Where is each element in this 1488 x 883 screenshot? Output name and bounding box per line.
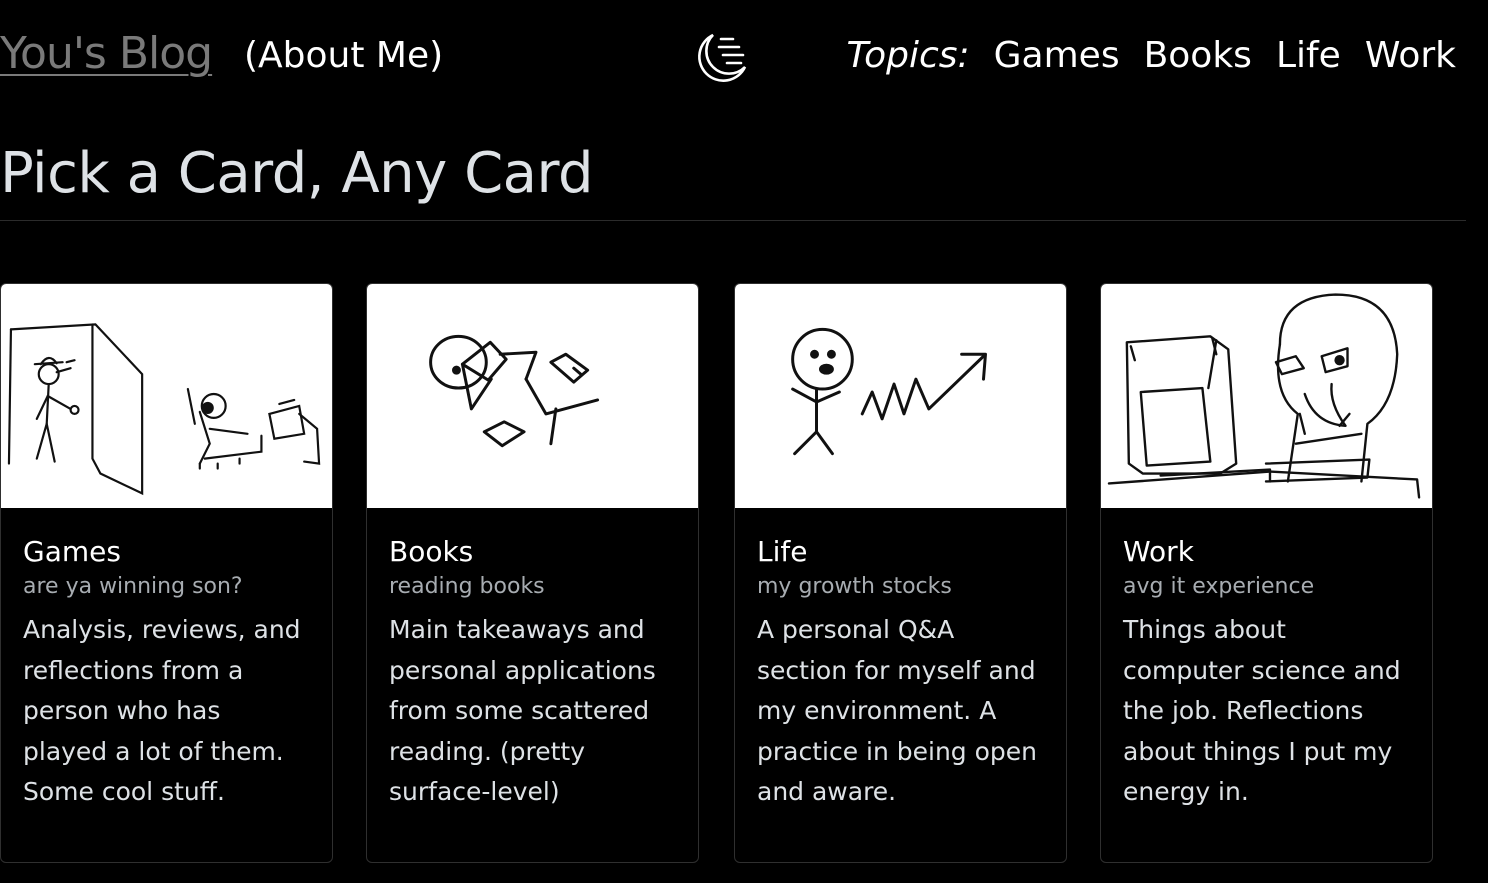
brand-link[interactable]: You's Blog xyxy=(0,24,213,84)
card-body: Games are ya winning son? Analysis, revi… xyxy=(1,508,332,813)
card-subtitle: my growth stocks xyxy=(757,574,952,599)
card-work[interactable]: Work avg it experience Things about comp… xyxy=(1100,283,1433,863)
life-sketch-image xyxy=(735,284,1066,508)
topics-nav: Topics: Games Books Life Work xyxy=(847,30,1456,82)
card-text: Main takeaways and personal applications… xyxy=(389,615,656,806)
games-sketch-image xyxy=(1,284,332,508)
theme-toggle-button[interactable] xyxy=(684,22,754,92)
card-games[interactable]: Games are ya winning son? Analysis, revi… xyxy=(0,283,333,863)
title-divider xyxy=(0,220,1466,221)
card-body: Work avg it experience Things about comp… xyxy=(1101,508,1432,813)
topic-link-work[interactable]: Work xyxy=(1365,30,1456,82)
about-link[interactable]: (About Me) xyxy=(244,30,443,82)
card-title: Life xyxy=(757,535,808,568)
card-title: Books xyxy=(389,535,474,568)
site-header: You's Blog (About Me) Topics: Games Book… xyxy=(0,0,1488,112)
card-title: Games xyxy=(23,535,121,568)
card-life[interactable]: Life my growth stocks A personal Q&A sec… xyxy=(734,283,1067,863)
moon-icon xyxy=(698,33,747,82)
books-sketch-image xyxy=(367,284,698,508)
topics-label: Topics: xyxy=(846,35,970,76)
card-subtitle: reading books xyxy=(389,574,545,599)
card-subtitle: avg it experience xyxy=(1123,574,1315,599)
card-body: Books reading books Main takeaways and p… xyxy=(367,508,698,813)
card-subtitle: are ya winning son? xyxy=(23,574,243,599)
topic-link-books[interactable]: Books xyxy=(1144,30,1252,82)
work-sketch-image xyxy=(1101,284,1432,508)
page: You's Blog (About Me) Topics: Games Book… xyxy=(0,0,1488,883)
card-title: Work xyxy=(1123,535,1194,568)
page-title: Pick a Card, Any Card xyxy=(0,141,594,206)
card-body: Life my growth stocks A personal Q&A sec… xyxy=(735,508,1066,813)
card-books[interactable]: Books reading books Main takeaways and p… xyxy=(366,283,699,863)
topic-link-life[interactable]: Life xyxy=(1276,30,1341,82)
card-text: A personal Q&A section for myself and my… xyxy=(757,615,1038,806)
card-text: Analysis, reviews, and reflections from … xyxy=(23,615,301,806)
card-text: Things about computer science and the jo… xyxy=(1123,615,1401,806)
topic-link-games[interactable]: Games xyxy=(994,30,1120,82)
